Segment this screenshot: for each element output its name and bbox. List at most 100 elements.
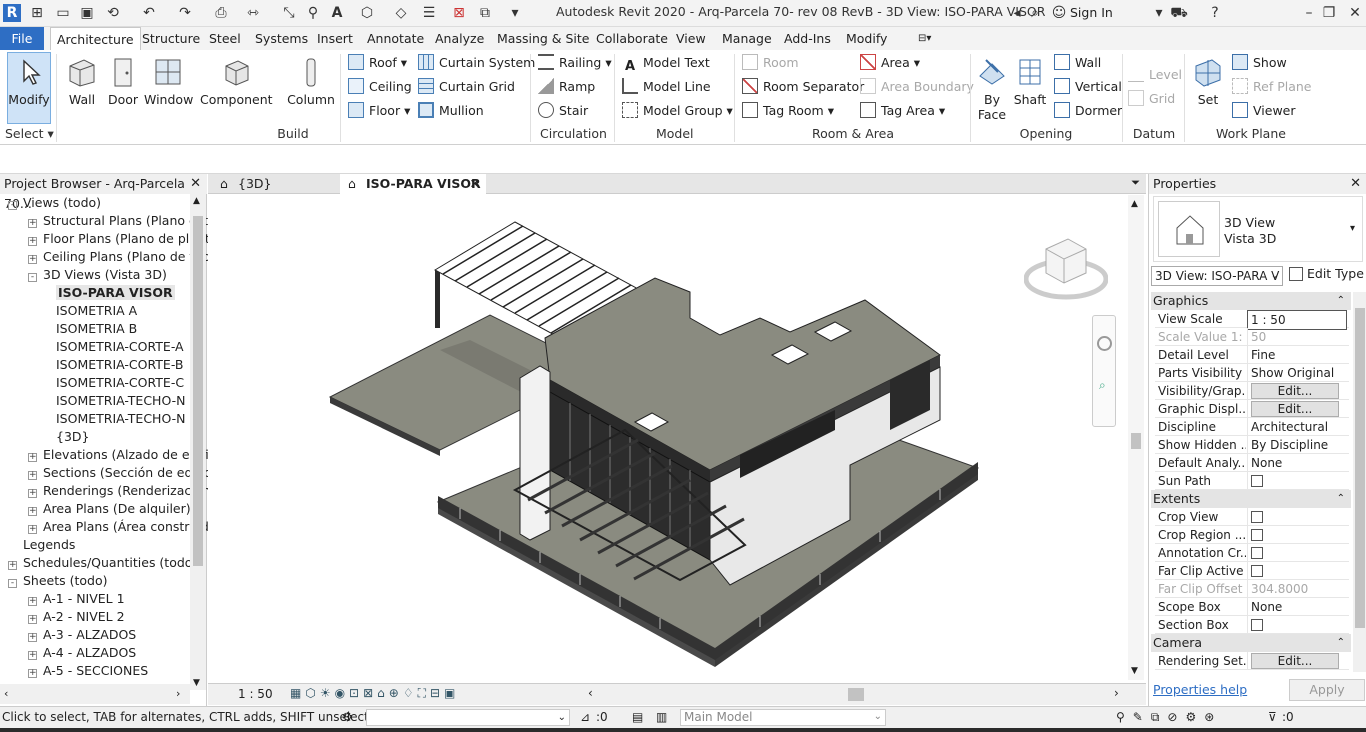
tree-item[interactable]: + Renderings (Renderización — [28, 482, 210, 500]
view-scale[interactable]: 1 : 50 — [238, 687, 273, 701]
text-icon[interactable]: A — [328, 4, 346, 22]
expand-icon[interactable]: + — [28, 669, 37, 678]
tree-item[interactable]: - Sheets (todo) — [8, 572, 108, 590]
property-value[interactable] — [1247, 508, 1347, 526]
scroll-thumb[interactable] — [1355, 308, 1365, 628]
tag-room-button[interactable]: Tag Room ▾ — [742, 101, 834, 121]
design-option-dropdown[interactable]: Main Model ⌄ — [680, 709, 886, 726]
sign-in-link[interactable]: Sign In — [1070, 5, 1113, 20]
property-category[interactable]: Graphics ⌃ — [1151, 292, 1351, 310]
property-row[interactable]: Sun Path — [1155, 472, 1349, 490]
chevron-down-icon[interactable]: ▾ — [1150, 4, 1168, 22]
filter-icon[interactable]: ⊿ — [580, 707, 590, 727]
chevron-left-icon[interactable]: ‹ — [4, 687, 8, 700]
zoom-icon[interactable]: ⌕ — [1099, 378, 1106, 393]
measure-icon[interactable]: ⇿ — [244, 4, 262, 22]
tab-collaborate[interactable]: Collaborate — [590, 27, 674, 50]
property-row[interactable]: Rendering Set... Edit... — [1155, 652, 1349, 670]
tree-item[interactable]: ISO-PARA VISOR — [48, 284, 175, 302]
expand-icon[interactable]: + — [28, 651, 37, 660]
property-value[interactable]: None — [1247, 598, 1347, 616]
expand-icon[interactable]: + — [28, 237, 37, 246]
tree-item[interactable]: + A-3 - ALZADOS — [28, 626, 136, 644]
level-button[interactable]: Level — [1128, 65, 1182, 85]
edit-button[interactable]: Edit... — [1251, 383, 1339, 399]
property-row[interactable]: Detail Level Fine — [1155, 346, 1349, 364]
tree-item[interactable]: ISOMETRIA-CORTE-A — [48, 338, 184, 356]
collapse-icon[interactable]: - — [8, 201, 17, 210]
collapse-icon[interactable]: - — [28, 273, 37, 282]
window-button[interactable]: Window — [144, 56, 193, 107]
expand-icon[interactable]: + — [28, 255, 37, 264]
expand-icon[interactable]: + — [28, 615, 37, 624]
model-group-button[interactable]: Model Group ▾ — [622, 101, 733, 121]
property-row[interactable]: Crop Region ... — [1155, 526, 1349, 544]
properties-scrollbar[interactable] — [1353, 292, 1366, 672]
collapse-icon[interactable]: ⌃ — [1337, 292, 1345, 310]
chevron-down-icon[interactable]: ▼ — [1131, 666, 1138, 676]
stair-button[interactable]: Stair — [538, 101, 588, 121]
properties-help-link[interactable]: Properties help — [1153, 682, 1247, 697]
floor-button[interactable]: Floor ▾ — [348, 101, 410, 121]
tag-icon[interactable]: ⚲ — [304, 4, 322, 22]
tree-item[interactable]: + A-4 - ALZADOS — [28, 644, 136, 662]
help-icon[interactable]: ? — [1206, 4, 1224, 22]
chevron-left-icon[interactable]: ◂ — [1008, 4, 1026, 22]
viewport-vscroll[interactable]: ▲ ▼ — [1128, 195, 1144, 680]
property-category[interactable]: Extents ⌃ — [1151, 490, 1351, 508]
tab-list-icon[interactable]: ⏷ — [1131, 176, 1140, 190]
chevron-left-icon[interactable]: ‹ — [588, 686, 593, 700]
expand-icon[interactable]: + — [28, 489, 37, 498]
tag-area-button[interactable]: Tag Area ▾ — [860, 101, 945, 121]
tree-item[interactable]: ISOMETRIA-TECHO-N — [48, 392, 186, 410]
3d-view-icon[interactable]: ⬡ — [358, 4, 376, 22]
close-icon[interactable]: ✕ — [470, 174, 480, 194]
sync-icon[interactable]: ⟲ — [104, 4, 122, 22]
checkbox[interactable] — [1251, 529, 1263, 541]
chevron-up-icon[interactable]: ▲ — [193, 196, 200, 206]
property-value[interactable] — [1247, 616, 1347, 634]
print-icon[interactable]: ⎙ — [212, 4, 230, 22]
room-button[interactable]: Room — [742, 53, 799, 73]
tree-item[interactable]: + Elevations (Alzado de edific — [28, 446, 216, 464]
selection-toggle-icons[interactable]: ⚲✎⧉⊘⚙⊛ — [1116, 707, 1222, 727]
revit-logo-icon[interactable]: R — [3, 4, 21, 22]
collapse-icon[interactable]: ⌃ — [1337, 634, 1345, 652]
editable-only-icon[interactable]: ▥ — [656, 707, 667, 727]
chevron-down-icon[interactable]: ▾ — [1350, 223, 1355, 234]
checkbox[interactable] — [1251, 619, 1263, 631]
redo-icon[interactable]: ↷ — [176, 4, 194, 22]
search-icon[interactable]: ⌕ — [1026, 4, 1044, 22]
property-value[interactable]: Architectural — [1247, 418, 1347, 436]
mullion-button[interactable]: Mullion — [418, 101, 484, 121]
property-row[interactable]: Show Hidden ... By Discipline — [1155, 436, 1349, 454]
tab-massing-site[interactable]: Massing & Site — [491, 27, 596, 50]
edit-type-button[interactable]: Edit Type — [1289, 266, 1364, 281]
viewcube[interactable] — [1023, 235, 1109, 301]
chevron-up-icon[interactable]: ▲ — [1131, 199, 1138, 209]
undo-icon[interactable]: ↶ — [140, 4, 158, 22]
tab-iso-para-visor[interactable]: ⌂ ISO-PARA VISOR ✕ — [340, 174, 486, 194]
tree-item[interactable]: ISOMETRIA-TECHO-N — [48, 410, 186, 428]
tree-item[interactable]: ISOMETRIA-CORTE-C — [48, 374, 184, 392]
tree-item[interactable]: - Views (todo) — [8, 194, 101, 212]
tab-3d[interactable]: ⌂ {3D} — [212, 174, 338, 194]
property-value[interactable]: 1 : 50 — [1247, 310, 1347, 330]
restore-icon[interactable]: ❐ — [1320, 4, 1338, 22]
curtain-system-button[interactable]: Curtain System — [418, 53, 535, 73]
switch-windows-icon[interactable]: ⧉ — [476, 4, 494, 22]
chevron-down-icon[interactable]: ▼ — [193, 678, 200, 688]
worksharing-icon[interactable]: ⚙ — [342, 707, 353, 727]
vertical-opening-button[interactable]: Vertical — [1054, 77, 1122, 97]
railing-button[interactable]: Railing ▾ — [538, 53, 612, 73]
set-workplane-button[interactable]: Set — [1190, 56, 1226, 107]
property-value[interactable]: Edit... — [1247, 400, 1347, 417]
ref-plane-button[interactable]: Ref Plane — [1232, 77, 1311, 97]
tab-view[interactable]: View — [670, 27, 712, 50]
property-row[interactable]: Far Clip Active — [1155, 562, 1349, 580]
select-group-label[interactable]: Select ▾ — [5, 126, 54, 141]
expand-icon[interactable]: + — [28, 219, 37, 228]
minimize-icon[interactable]: – — [1300, 4, 1318, 22]
tree-item[interactable]: + A-5 - SECCIONES — [28, 662, 148, 680]
collapse-icon[interactable]: - — [8, 579, 17, 588]
